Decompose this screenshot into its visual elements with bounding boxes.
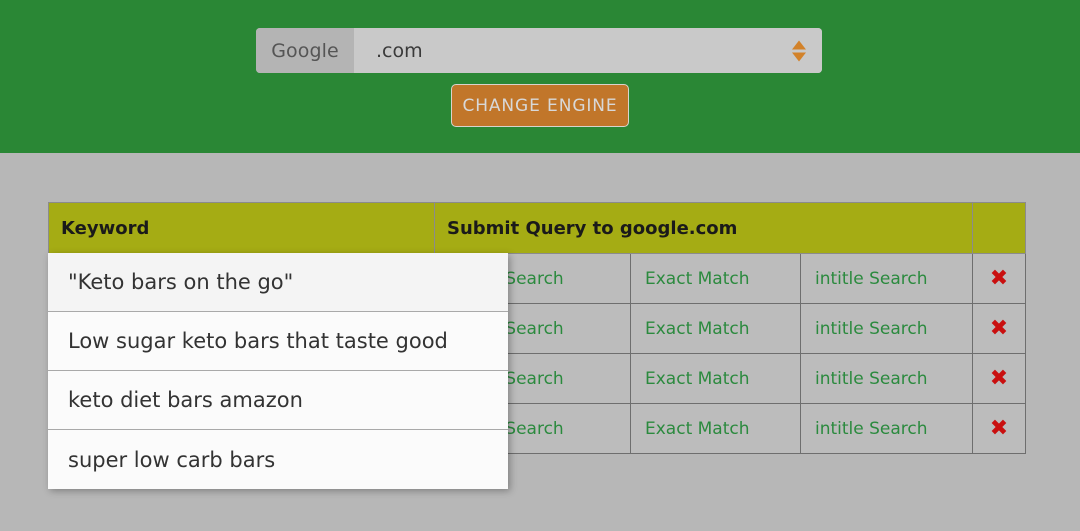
cell-link-exact: Exact Match xyxy=(630,353,801,404)
delete-row-icon[interactable]: ✖ xyxy=(990,367,1008,390)
table-header-row: Keyword Submit Query to google.com xyxy=(48,202,1026,254)
engine-selector-bar: Google .com CHANGE ENGINE xyxy=(0,0,1080,153)
delete-row-icon[interactable]: ✖ xyxy=(990,317,1008,340)
intitle-search-link[interactable]: intitle Search xyxy=(815,319,928,339)
cell-link-intitle: intitle Search xyxy=(800,253,973,304)
cell-link-intitle: intitle Search xyxy=(800,353,973,404)
delete-row-icon[interactable]: ✖ xyxy=(990,267,1008,290)
tld-select-value: .com xyxy=(376,39,423,62)
suggestion-item[interactable]: keto diet bars amazon xyxy=(48,371,508,430)
chevron-down-icon xyxy=(792,52,806,61)
suggestion-item[interactable]: super low carb bars xyxy=(48,430,508,489)
column-header-actions xyxy=(972,202,1026,254)
cell-delete: ✖ xyxy=(972,403,1026,454)
change-engine-button[interactable]: CHANGE ENGINE xyxy=(451,84,629,127)
tld-select[interactable]: .com xyxy=(354,28,822,73)
cell-link-exact: Exact Match xyxy=(630,403,801,454)
chevron-up-icon xyxy=(792,40,806,49)
autocomplete-dropdown: "Keto bars on the go" Low sugar keto bar… xyxy=(48,253,508,489)
cell-link-intitle: intitle Search xyxy=(800,303,973,354)
exact-match-link[interactable]: Exact Match xyxy=(645,419,750,439)
column-header-submit-query: Submit Query to google.com xyxy=(434,202,973,254)
cell-link-intitle: intitle Search xyxy=(800,403,973,454)
suggestion-item[interactable]: "Keto bars on the go" xyxy=(48,253,508,312)
engine-prefix-label: Google xyxy=(256,28,354,73)
cell-delete: ✖ xyxy=(972,353,1026,404)
cell-delete: ✖ xyxy=(972,303,1026,354)
exact-match-link[interactable]: Exact Match xyxy=(645,369,750,389)
intitle-search-link[interactable]: intitle Search xyxy=(815,269,928,289)
engine-picker-group: Google .com xyxy=(256,28,822,73)
intitle-search-link[interactable]: intitle Search xyxy=(815,419,928,439)
suggestion-item[interactable]: Low sugar keto bars that taste good xyxy=(48,312,508,371)
intitle-search-link[interactable]: intitle Search xyxy=(815,369,928,389)
cell-link-exact: Exact Match xyxy=(630,303,801,354)
exact-match-link[interactable]: Exact Match xyxy=(645,269,750,289)
delete-row-icon[interactable]: ✖ xyxy=(990,417,1008,440)
column-header-keyword: Keyword xyxy=(48,202,435,254)
exact-match-link[interactable]: Exact Match xyxy=(645,319,750,339)
cell-link-exact: Exact Match xyxy=(630,253,801,304)
cell-delete: ✖ xyxy=(972,253,1026,304)
spinner-arrows-icon[interactable] xyxy=(792,40,806,61)
